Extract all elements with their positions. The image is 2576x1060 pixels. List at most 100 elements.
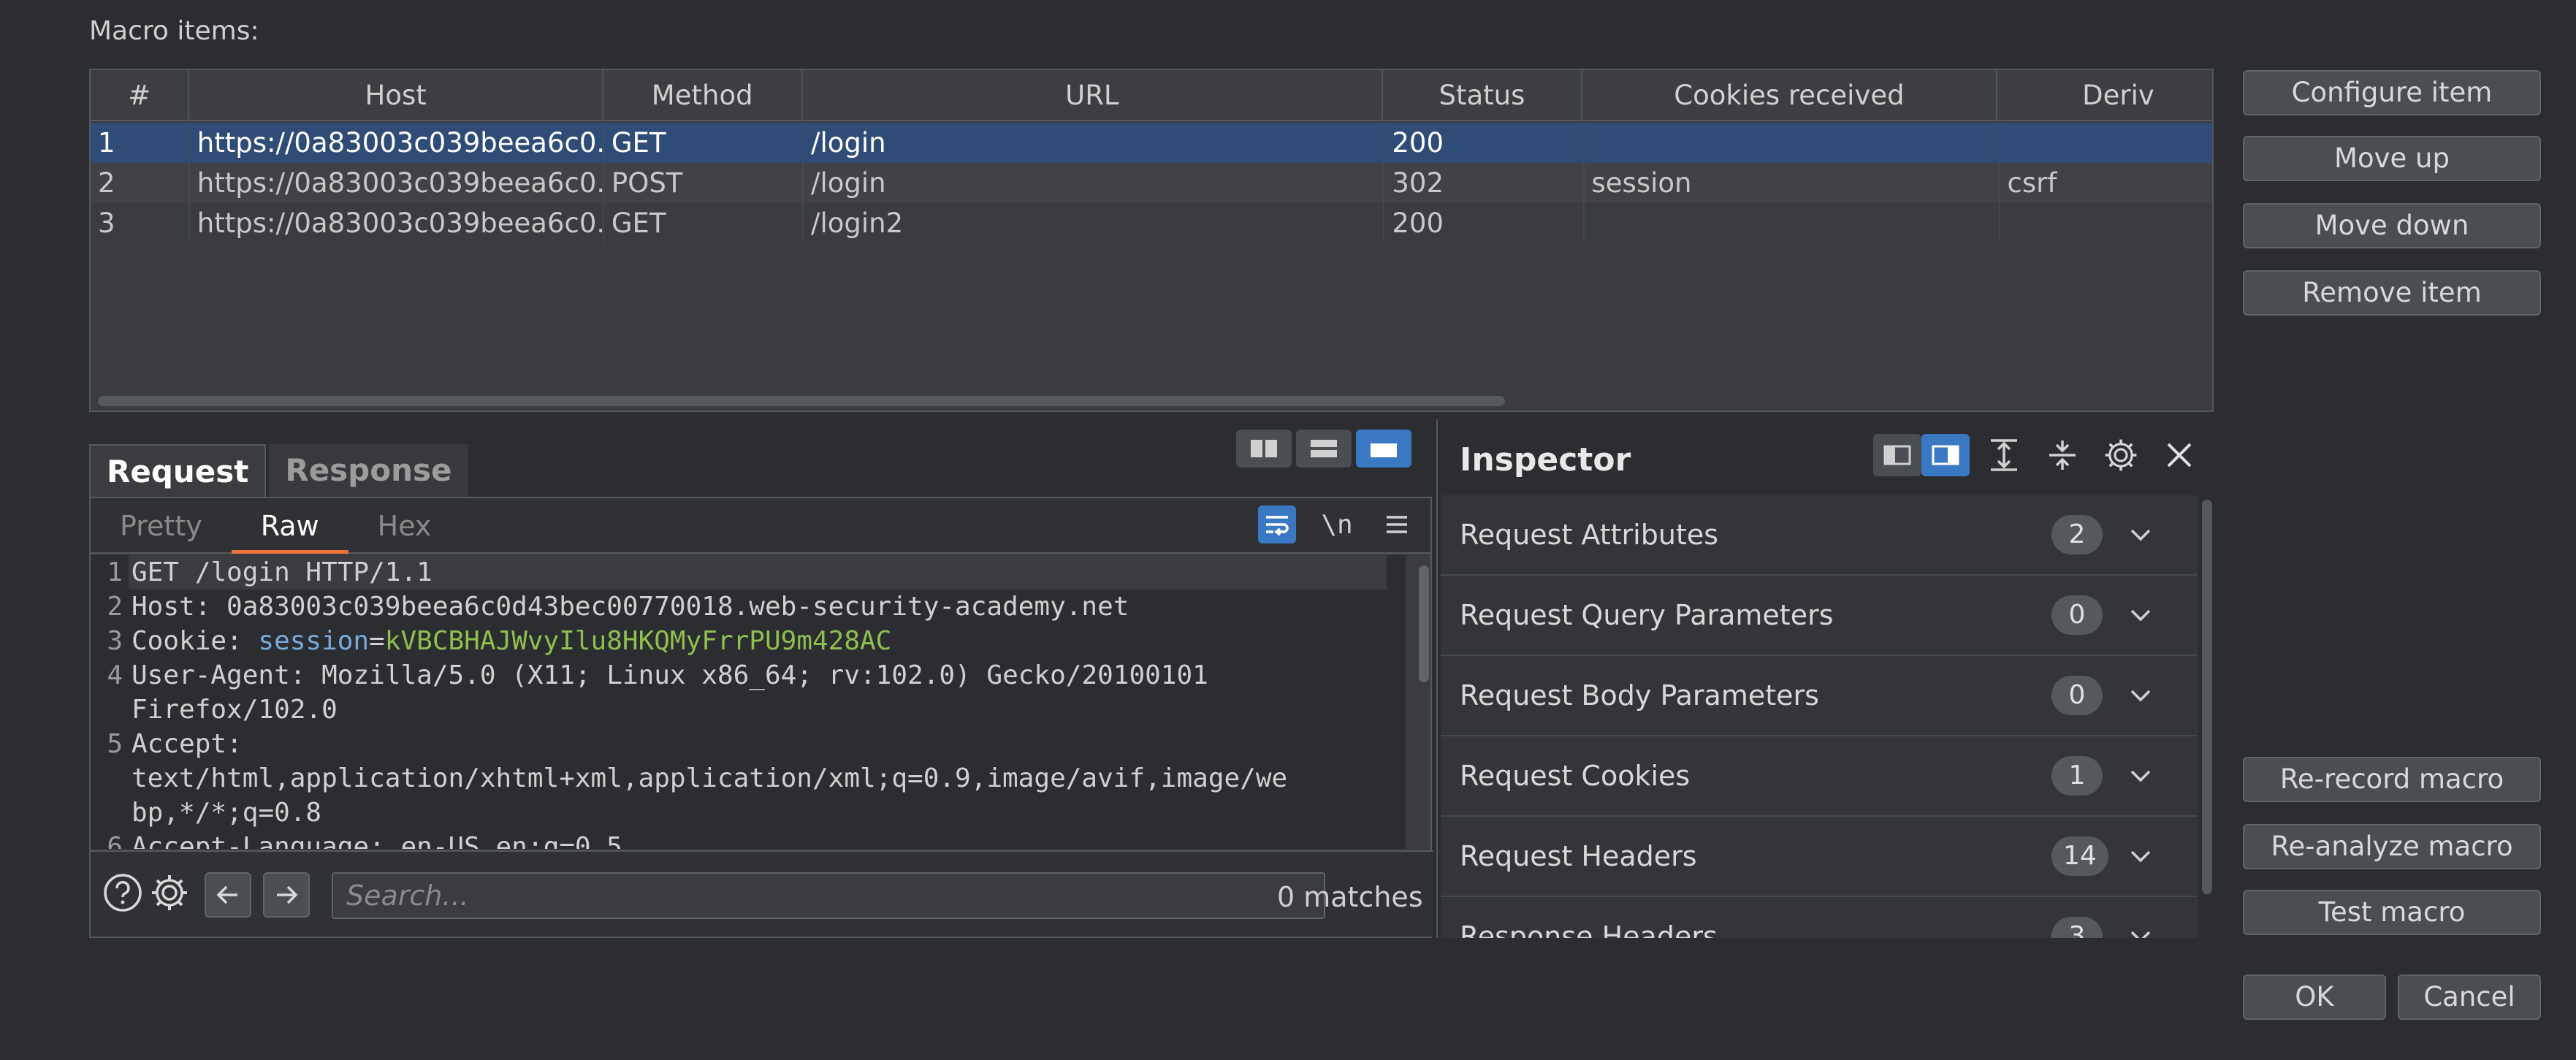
- inspector-layout-right-icon[interactable]: [1921, 434, 1970, 476]
- close-icon[interactable]: [2155, 434, 2203, 476]
- tab-response[interactable]: Response: [269, 444, 468, 497]
- raw-request-editor[interactable]: 1 GET /login HTTP/1.1 2 Host: 0a83003c039b…: [91, 555, 1406, 849]
- tabs-layout-icon[interactable]: [1356, 430, 1411, 468]
- inspector-row-request-cookies[interactable]: Request Cookies 1: [1441, 736, 2198, 817]
- inspector-title: Inspector: [1460, 441, 1631, 478]
- editor-vertical-scrollbar[interactable]: [1419, 565, 1429, 682]
- settings-gear-icon[interactable]: [148, 871, 191, 915]
- row-method: POST: [604, 163, 804, 203]
- row-status: 200: [1384, 123, 1585, 163]
- move-down-button[interactable]: Move down: [2243, 203, 2541, 248]
- row-url: /login: [804, 123, 1385, 163]
- row-number: 1: [91, 123, 190, 163]
- inspector-settings-gear-icon[interactable]: [2097, 434, 2145, 476]
- row-host: https://0a83003c039beea6c0...: [190, 163, 604, 203]
- code-line: Firefox/102.0: [132, 695, 338, 725]
- code-line: text/html,application/xhtml+xml,applicat…: [132, 763, 1288, 793]
- row-host: https://0a83003c039beea6c0...: [190, 203, 604, 243]
- code-line: 3 Cookie: session=kVBCBHAJWvyIlu8HKQMyFrr…: [107, 626, 892, 656]
- code-line: bp,*/*;q=0.8: [132, 798, 322, 828]
- split-vertical-layout-icon[interactable]: [1296, 430, 1352, 468]
- column-header-status[interactable]: Status: [1383, 70, 1582, 121]
- chevron-down-icon: [2127, 682, 2154, 712]
- inspector-row-request-attributes[interactable]: Request Attributes 2: [1441, 495, 2198, 576]
- move-up-button[interactable]: Move up: [2243, 136, 2541, 181]
- row-derived: csrf: [2007, 167, 2057, 199]
- search-bar: 0 matches: [91, 850, 1433, 937]
- ok-button[interactable]: OK: [2243, 975, 2386, 1020]
- inspector-row-response-headers[interactable]: Response Headers 3: [1441, 897, 2198, 938]
- table-row[interactable]: 3 https://0a83003c039beea6c0... GET /log…: [91, 203, 2212, 243]
- inspector-row-request-headers[interactable]: Request Headers 14: [1441, 817, 2198, 897]
- inspector-sections: Request Attributes 2 Request Query Param…: [1441, 495, 2198, 938]
- row-status: 302: [1384, 163, 1585, 203]
- request-response-panel: Request Response Pretty Raw Hex \n 1 GET…: [89, 419, 1433, 938]
- table-row[interactable]: 1 https://0a83003c039beea6c0... GET /log…: [91, 123, 2212, 163]
- table-row[interactable]: 2 https://0a83003c039beea6c0... POST /lo…: [91, 163, 2212, 203]
- expand-all-icon[interactable]: [1980, 434, 2028, 476]
- count-badge: 0: [2051, 676, 2103, 715]
- message-tabs: Request Response: [89, 444, 468, 497]
- row-method: GET: [604, 123, 804, 163]
- inspector-vertical-scrollbar[interactable]: [2202, 500, 2212, 894]
- row-status: 200: [1384, 203, 1585, 243]
- collapse-all-icon[interactable]: [2038, 434, 2087, 476]
- chevron-down-icon: [2127, 843, 2154, 872]
- count-badge: 2: [2051, 515, 2103, 554]
- column-header-derived[interactable]: Deriv: [1997, 70, 2212, 121]
- editor-tools: \n: [1258, 506, 1416, 544]
- row-host: https://0a83003c039beea6c0...: [190, 123, 604, 163]
- column-header-method[interactable]: Method: [603, 70, 803, 121]
- column-header-number[interactable]: #: [91, 70, 190, 121]
- split-horizontal-layout-icon[interactable]: [1236, 430, 1292, 468]
- table-header: # Host Method URL Status Cookies receive…: [91, 70, 2212, 121]
- subtab-hex[interactable]: Hex: [348, 498, 461, 554]
- menu-icon[interactable]: [1378, 506, 1416, 544]
- inspector-row-request-body-parameters[interactable]: Request Body Parameters 0: [1441, 656, 2198, 736]
- message-editor: Pretty Raw Hex \n 1 GET /login HTTP/1.1 2…: [89, 497, 1433, 938]
- next-match-button[interactable]: [263, 872, 310, 918]
- chevron-down-icon: [2127, 763, 2154, 792]
- row-cookies: session: [1585, 163, 2000, 203]
- code-line: 4 User-Agent: Mozilla/5.0 (X11; Linux x86…: [107, 660, 1208, 690]
- cancel-button[interactable]: Cancel: [2398, 975, 2541, 1020]
- configure-item-button[interactable]: Configure item: [2243, 70, 2541, 115]
- count-badge: 1: [2051, 756, 2103, 796]
- word-wrap-icon[interactable]: [1258, 506, 1296, 544]
- column-header-url[interactable]: URL: [803, 70, 1384, 121]
- row-cookies: [1585, 123, 2000, 163]
- subtab-pretty[interactable]: Pretty: [91, 498, 232, 554]
- previous-match-button[interactable]: [205, 872, 251, 918]
- inspector-tools: [1873, 434, 2203, 476]
- reanalyze-macro-button[interactable]: Re-analyze macro: [2243, 824, 2541, 869]
- match-count: 0 matches: [1277, 881, 1423, 913]
- inspector-layout-left-icon[interactable]: [1873, 434, 1921, 476]
- view-subtabs: Pretty Raw Hex \n: [91, 498, 1430, 554]
- search-input[interactable]: [332, 872, 1325, 919]
- count-badge: 0: [2051, 595, 2103, 635]
- code-line: 5 Accept:: [107, 729, 243, 759]
- macro-items-table[interactable]: # Host Method URL Status Cookies receive…: [89, 69, 2214, 412]
- row-derived: [2000, 203, 2212, 243]
- column-header-host[interactable]: Host: [189, 70, 603, 121]
- remove-item-button[interactable]: Remove item: [2243, 270, 2541, 316]
- help-icon[interactable]: [101, 871, 145, 915]
- table-body: 1 https://0a83003c039beea6c0... GET /log…: [91, 123, 2212, 243]
- row-method: GET: [604, 203, 804, 243]
- code-line: 1 GET /login HTTP/1.1: [91, 555, 1406, 590]
- row-cookies: [1585, 203, 2000, 243]
- count-badge: 14: [2051, 836, 2108, 876]
- row-url: /login2: [804, 203, 1385, 243]
- subtab-raw[interactable]: Raw: [231, 498, 348, 554]
- inspector-panel: Inspector Request Attributes 2 Request Q…: [1436, 419, 2214, 938]
- tab-request[interactable]: Request: [89, 444, 267, 497]
- horizontal-scrollbar[interactable]: [98, 396, 1505, 406]
- inspector-row-request-query-parameters[interactable]: Request Query Parameters 0: [1441, 576, 2198, 656]
- test-macro-button[interactable]: Test macro: [2243, 890, 2541, 935]
- rerecord-macro-button[interactable]: Re-record macro: [2243, 757, 2541, 802]
- column-header-cookies-received[interactable]: Cookies received: [1582, 70, 1998, 121]
- macro-items-label: Macro items:: [89, 16, 259, 46]
- code-line: 6 Accept-Language: en-US,en;q=0.5: [107, 832, 622, 849]
- code-line: 2 Host: 0a83003c039beea6c0d43bec00770018.…: [107, 592, 1129, 622]
- newline-toggle[interactable]: \n: [1318, 506, 1356, 544]
